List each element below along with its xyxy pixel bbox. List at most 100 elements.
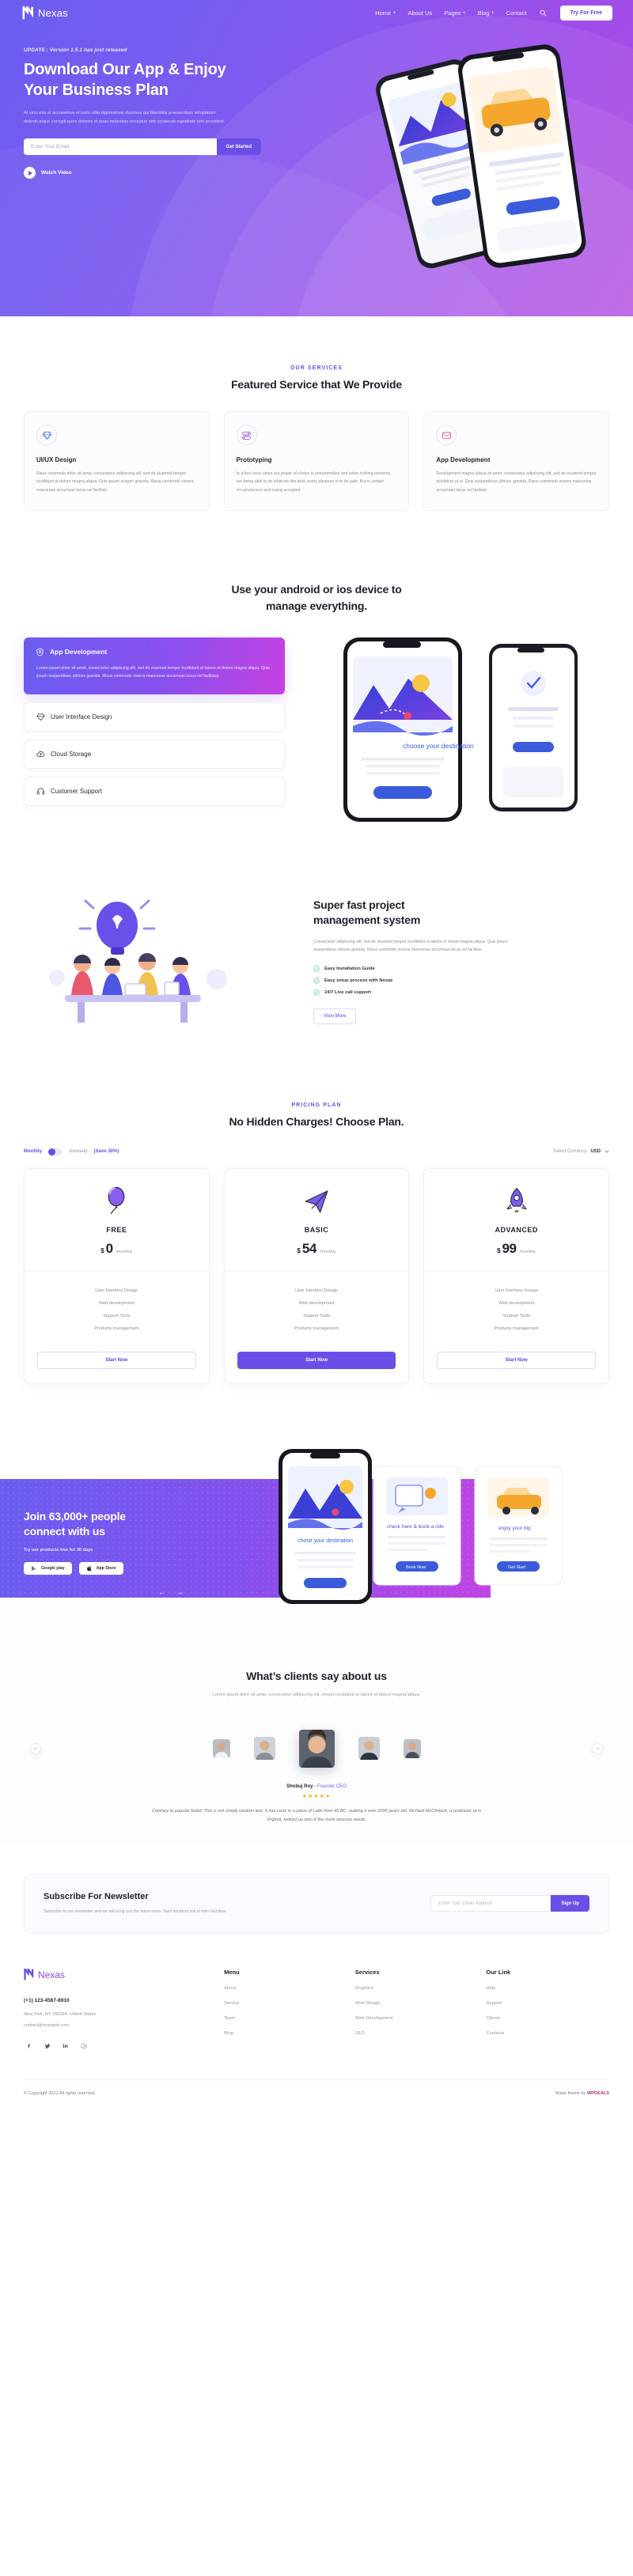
- apple-icon: [86, 1565, 92, 1572]
- google-play-button[interactable]: Google play: [24, 1562, 72, 1575]
- service-card-uiux[interactable]: UI/UX Design Risus commodo dolor sit ame…: [24, 411, 210, 512]
- google-play-icon: [32, 1565, 36, 1572]
- footer-link[interactable]: Web Design: [355, 2001, 479, 2006]
- newsletter-signup-button[interactable]: Sign Up: [551, 1895, 589, 1912]
- nav-item-blog[interactable]: Blog +: [478, 9, 495, 17]
- plan-start-now-button[interactable]: Start Now: [437, 1351, 597, 1369]
- hero-section: Nexas Home + About Us Pages + Blog + Contac…: [0, 0, 633, 316]
- nav-item-contact[interactable]: Contact: [506, 9, 527, 17]
- plan-feature: Web development: [298, 1300, 335, 1306]
- avatar[interactable]: [212, 1738, 230, 1758]
- footer-link[interactable]: Help: [486, 1986, 609, 1991]
- service-card-prototyping[interactable]: Prototyping In a free hour, when our pow…: [223, 411, 410, 512]
- appdev-title-line2: manage everything.: [266, 599, 367, 612]
- plan-currency-symbol: $: [497, 1246, 501, 1254]
- accordion-item-cloud-storage[interactable]: Cloud Storage: [24, 740, 285, 770]
- arrow-right-icon[interactable]: →: [176, 1588, 184, 1596]
- store-label: Google play: [41, 1566, 65, 1571]
- hero-email-form: Get Started: [24, 138, 261, 156]
- service-card-text: In a free hour, when our power of choice…: [236, 471, 391, 493]
- accordion-item-app-development[interactable]: App Development Lorem ipsum dolor sit am…: [24, 637, 285, 695]
- diamond-icon: [36, 425, 57, 445]
- facebook-icon[interactable]: [24, 2041, 34, 2051]
- plan-start-now-button[interactable]: Start Now: [37, 1351, 196, 1369]
- get-started-button[interactable]: Get Started: [216, 138, 261, 156]
- shield-check-icon: [36, 648, 44, 656]
- try-for-free-button[interactable]: Try For Free: [559, 6, 612, 21]
- footer-link[interactable]: SEO: [355, 2031, 479, 2036]
- plan-currency-symbol: $: [100, 1246, 104, 1254]
- nav-item-pages[interactable]: Pages +: [444, 9, 465, 17]
- accordion-item-customer-support[interactable]: Customer Support: [24, 777, 285, 807]
- hero-email-input[interactable]: [31, 144, 217, 150]
- footer-link[interactable]: Blog: [224, 2031, 347, 2036]
- services-title: Featured Service that We Provide: [231, 378, 402, 391]
- pm-content: Super fast project management system Con…: [313, 895, 609, 1024]
- billing-switch[interactable]: [48, 1148, 63, 1156]
- billing-toggle[interactable]: Monthly Annualy (Save 30%): [24, 1148, 119, 1156]
- feature-accordion: App Development Lorem ipsum dolor sit am…: [24, 637, 285, 807]
- footer-logo[interactable]: Nexas: [24, 1969, 216, 1980]
- avatar[interactable]: [403, 1738, 421, 1758]
- search-icon[interactable]: [539, 9, 548, 18]
- plan-name: ADVANCED: [495, 1225, 538, 1234]
- arrow-left-icon[interactable]: ←: [158, 1588, 165, 1596]
- plan-feature: Support Tools: [103, 1313, 131, 1318]
- billing-annual-label: Annualy: [69, 1149, 88, 1155]
- avatar[interactable]: [358, 1737, 380, 1761]
- pricing-toolbar: Monthly Annualy (Save 30%) Select Curren…: [0, 1148, 633, 1156]
- footer-link[interactable]: Support: [486, 2001, 609, 2006]
- nav-item-about[interactable]: About Us: [407, 9, 432, 17]
- footer-link[interactable]: About: [224, 1986, 347, 1991]
- footer-socials: [24, 2041, 216, 2051]
- footer-link[interactable]: Contacts: [486, 2031, 609, 2036]
- testimonial-rating: ★★★★★: [301, 1793, 332, 1799]
- footer-credit-name[interactable]: WPDEALS: [587, 2091, 609, 2096]
- footer-link[interactable]: Web Development: [355, 2016, 479, 2021]
- nav-item-home[interactable]: Home +: [375, 9, 396, 17]
- cloud-upload-icon: [36, 751, 45, 757]
- plan-feature: Web development: [98, 1300, 135, 1306]
- avatar[interactable]: [253, 1737, 275, 1761]
- footer-link[interactable]: Team: [224, 2016, 347, 2021]
- plan-feature: User Interface Design: [495, 1288, 538, 1293]
- view-more-button[interactable]: View More: [313, 1008, 357, 1024]
- avatar-active[interactable]: [298, 1729, 335, 1768]
- phone-caption-1: choose your destination: [403, 742, 474, 750]
- plan-features: User Interface Design Web development Su…: [25, 1272, 209, 1346]
- footer-column-head: Our Link: [486, 1969, 511, 1976]
- newsletter-section: Subscribe For Newsletter Subscribe to ou…: [0, 1845, 633, 1935]
- twitter-icon[interactable]: [42, 2041, 52, 2051]
- store-buttons: Google play App Store: [24, 1562, 491, 1575]
- plan-feature: Products management: [294, 1326, 339, 1331]
- testimonial-next-button[interactable]: →: [592, 1742, 603, 1754]
- join-content: Join 63,000+ people connect with us Try …: [0, 1479, 491, 1575]
- pinterest-icon[interactable]: [78, 2041, 89, 2051]
- nexas-logo-icon: [24, 1969, 34, 1980]
- page-root: Nexas Home + About Us Pages + Blog + Contac…: [0, 0, 633, 2112]
- footer-link[interactable]: Clients: [486, 2016, 609, 2021]
- footer-link[interactable]: Service: [224, 2001, 347, 2006]
- footer-credit-prefix: Made theme by: [555, 2091, 588, 2097]
- newsletter-form: Sign Up: [430, 1895, 589, 1912]
- watch-video-link[interactable]: Watch Video: [24, 167, 316, 180]
- brand-logo[interactable]: Nexas: [22, 6, 68, 20]
- footer-link[interactable]: Graphics: [355, 1986, 479, 1991]
- paper-plane-icon: [225, 1185, 409, 1218]
- linkedin-icon[interactable]: [60, 2041, 70, 2051]
- plan-feature: Products management: [94, 1326, 139, 1331]
- nav-links: Home + About Us Pages + Blog + Contact Try …: [375, 6, 612, 21]
- testimonial-prev-button[interactable]: ←: [30, 1742, 41, 1754]
- plan-price: $ 99 /monthly: [424, 1241, 608, 1257]
- plan-start-now-button[interactable]: Start Now: [237, 1351, 396, 1369]
- diamond-outline-icon: [36, 713, 45, 721]
- testimonial-author-name: Shobuj Roy: [286, 1784, 313, 1789]
- currency-selector[interactable]: Select Currency USD: [553, 1149, 609, 1154]
- accordion-item-user-interface-design[interactable]: User Interface Design: [24, 702, 285, 732]
- currency-label: Select Currency: [552, 1149, 587, 1155]
- service-card-appdev[interactable]: App Development Development magna aliqua…: [423, 411, 610, 512]
- app-store-button[interactable]: App Store: [78, 1562, 123, 1575]
- footer-email[interactable]: contact@example.com: [24, 2023, 216, 2028]
- footer-phone[interactable]: (+1) 123-4567-8910: [24, 1998, 216, 2003]
- newsletter-email-input[interactable]: [430, 1895, 552, 1912]
